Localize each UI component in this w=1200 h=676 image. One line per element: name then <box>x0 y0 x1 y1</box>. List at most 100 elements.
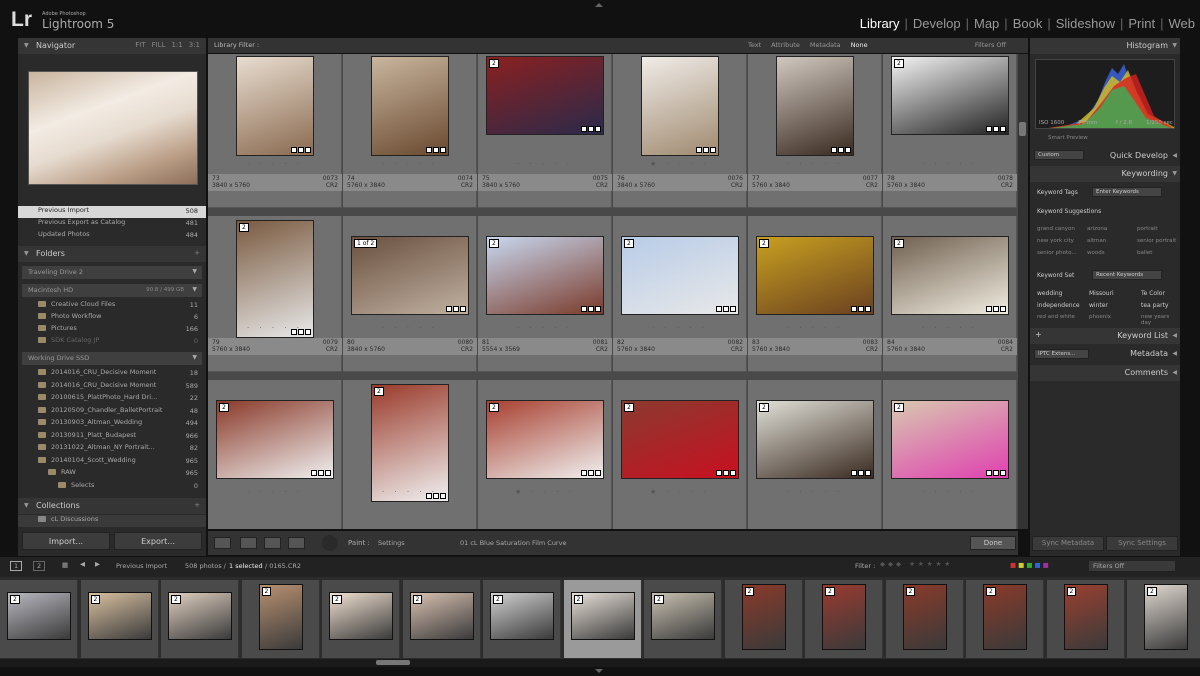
keyword-set-item[interactable]: new years day <box>1141 314 1180 326</box>
badge-icon[interactable] <box>325 470 331 476</box>
stack-badge[interactable]: 2 <box>374 387 384 396</box>
rating-stars[interactable]: · · · · · <box>478 160 612 168</box>
keyword-set-item[interactable]: independence <box>1037 302 1080 309</box>
zoom-options[interactable]: FIT FILL 1:1 3:1 <box>129 41 200 49</box>
sync-settings-button[interactable]: Sync Settings <box>1106 536 1178 551</box>
back-arrow-icon[interactable]: ◀ <box>80 560 85 568</box>
badge-icon[interactable] <box>433 147 439 153</box>
filmstrip-cell[interactable]: 2 <box>805 580 883 658</box>
badge-icon[interactable] <box>595 126 601 132</box>
keywording-header[interactable]: Keywording ▼ <box>1030 166 1180 182</box>
stack-badge[interactable]: 2 <box>493 595 503 604</box>
keyword-suggestion[interactable]: altman <box>1087 238 1106 244</box>
module-web[interactable]: Web <box>1164 16 1200 31</box>
collection-item[interactable]: cL Discussions <box>18 515 206 527</box>
folder-item[interactable]: 2014016_CRU_Decisive Moment 589 <box>18 381 206 393</box>
filmstrip-cell[interactable]: 2 <box>885 580 964 658</box>
keyword-suggestion[interactable]: grand canyon <box>1037 226 1075 232</box>
grid-cell[interactable]: 2 ★ · · · · <box>478 380 612 529</box>
rating-stars[interactable]: · · · · · <box>748 160 882 168</box>
export-button[interactable]: Export... <box>114 532 202 550</box>
module-slideshow[interactable]: Slideshow <box>1051 16 1120 31</box>
histogram-header[interactable]: Histogram ▼ <box>1030 38 1180 54</box>
import-button[interactable]: Import... <box>22 532 110 550</box>
stack-badge[interactable]: 2 <box>759 239 769 248</box>
filmstrip-thumbnail[interactable]: 2 <box>1063 584 1108 650</box>
stack-badge[interactable]: 2 <box>624 239 634 248</box>
forward-arrow-icon[interactable]: ▶ <box>95 560 100 568</box>
filter-option-none[interactable]: None <box>851 41 868 49</box>
thumbnail[interactable]: 2 <box>486 236 604 315</box>
badge-icon[interactable] <box>716 306 722 312</box>
keyword-suggestion[interactable]: senior photo... <box>1037 250 1077 256</box>
paint-settings-dropdown[interactable]: Settings <box>378 539 405 547</box>
zoom-1[interactable]: FILL <box>152 41 166 49</box>
rating-stars[interactable]: · · · · · <box>883 324 1017 332</box>
collections-header[interactable]: ▼ Collections + <box>18 498 206 514</box>
thumbnail[interactable]: 1 of 2 <box>351 236 469 315</box>
badge-icon[interactable] <box>993 306 999 312</box>
stack-badge[interactable]: 2 <box>744 587 755 596</box>
badge-icon[interactable] <box>723 470 729 476</box>
filmstrip-cell[interactable]: 2 <box>724 580 803 658</box>
rating-stars[interactable]: · · · · · <box>208 324 342 332</box>
folder-item[interactable]: Pictures 166 <box>18 324 206 336</box>
window-1-button[interactable]: 1 <box>10 561 23 571</box>
badge-icon[interactable] <box>851 306 857 312</box>
navigator-preview[interactable] <box>28 71 198 185</box>
add-folder-icon[interactable]: + <box>194 249 200 257</box>
badge-icon[interactable] <box>426 147 432 153</box>
thumbnail[interactable]: 2 <box>756 236 874 315</box>
keyword-suggestion[interactable]: new york city <box>1037 238 1074 244</box>
filters-off-dropdown[interactable]: Filters Off <box>975 41 1006 49</box>
badge-icon[interactable] <box>858 470 864 476</box>
catalog-item[interactable]: Previous Import 508 <box>18 206 206 218</box>
badge-icon[interactable] <box>581 126 587 132</box>
keyword-set-item[interactable]: Missouri <box>1089 290 1114 297</box>
grid-cell[interactable]: · · · · · 77 5760 x 3840 0077 CR2 <box>748 54 882 208</box>
folder-item[interactable]: RAW 965 <box>18 468 206 480</box>
thumbnail[interactable]: 2 <box>891 236 1009 315</box>
filmstrip-thumbnail[interactable]: 2 <box>902 584 947 650</box>
folder-item[interactable]: 2014016_CRU_Decisive Moment 18 <box>18 368 206 380</box>
keyword-set-item[interactable]: wedding <box>1037 290 1063 297</box>
drive-0[interactable]: Traveling Drive 2 ▼ <box>22 266 202 279</box>
catalog-item[interactable]: Updated Photos 484 <box>18 230 206 242</box>
badge-icon[interactable] <box>986 126 992 132</box>
badge-icon[interactable] <box>730 470 736 476</box>
stack-badge[interactable]: 2 <box>412 595 423 604</box>
filmstrip-cell[interactable]: 2 <box>563 580 642 658</box>
thumbnail[interactable] <box>776 56 854 156</box>
source-label[interactable]: Previous Import <box>116 562 167 570</box>
rating-stars[interactable]: · · · · · <box>613 324 747 332</box>
folder-item[interactable]: 20100615_PlattPhoto_Hard Dri... 22 <box>18 393 206 405</box>
keyword-suggestion[interactable]: portrait <box>1137 226 1158 232</box>
folder-item[interactable]: 20131022_Altman_NY Portrait... 82 <box>18 443 206 455</box>
badge-icon[interactable] <box>730 306 736 312</box>
badge-icon[interactable] <box>453 306 459 312</box>
paint-preset-dropdown[interactable]: 01 cL Blue Saturation Film Curve <box>460 539 566 547</box>
rating-stars[interactable]: · · · · · <box>478 324 612 332</box>
badge-icon[interactable] <box>865 470 871 476</box>
filmstrip-cell[interactable]: 2 <box>402 580 481 658</box>
badge-icon[interactable] <box>1000 470 1006 476</box>
badge-icon[interactable] <box>723 306 729 312</box>
filmstrip-thumbnail[interactable]: 2 <box>258 584 303 650</box>
folder-item[interactable]: Photo Workflow 6 <box>18 312 206 324</box>
filmstrip-thumbnail[interactable]: 2 <box>822 584 866 650</box>
filmstrip-thumbnail[interactable]: 2 <box>7 592 71 640</box>
stack-badge[interactable]: 2 <box>489 59 499 68</box>
keyword-set-dropdown[interactable]: Recent Keywords <box>1092 270 1162 280</box>
badge-icon[interactable] <box>1000 306 1006 312</box>
filmstrip-cell[interactable]: 2 <box>0 580 78 658</box>
thumbnail[interactable] <box>236 56 314 156</box>
stack-badge[interactable]: 2 <box>219 403 229 412</box>
thumbnail[interactable]: 2 <box>371 384 449 502</box>
rating-stars[interactable]: · · · · · <box>343 488 477 496</box>
filter-option-metadata[interactable]: Metadata <box>810 41 841 49</box>
stack-badge[interactable]: 2 <box>759 403 769 412</box>
keyword-suggestion[interactable]: ballet <box>1137 250 1152 256</box>
rating-stars[interactable]: ★ · · · · <box>613 488 747 496</box>
add-collection-icon[interactable]: + <box>194 501 200 509</box>
badge-icon[interactable] <box>703 147 709 153</box>
